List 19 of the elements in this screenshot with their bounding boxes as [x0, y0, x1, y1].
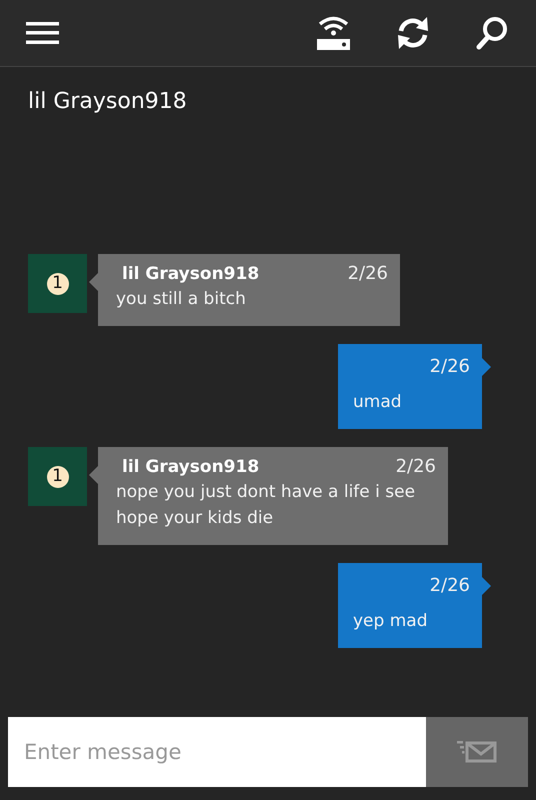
- sender-name: lil Grayson918: [121, 457, 260, 477]
- search-icon[interactable]: [476, 16, 508, 50]
- router-icon[interactable]: [317, 15, 350, 51]
- message-date: 2/26: [396, 456, 436, 477]
- message-text: umad: [353, 391, 403, 414]
- message-text: yep mad: [353, 610, 428, 633]
- message-date: 2/26: [348, 263, 388, 284]
- message-date: 2/26: [430, 356, 470, 377]
- message-date: 2/26: [430, 575, 470, 596]
- sender-name: lil Grayson918: [121, 264, 260, 284]
- message-text: nope you just dont have a life i see hope your kids die: [116, 481, 416, 530]
- conversation-title: lil Grayson918: [28, 89, 187, 114]
- refresh-icon[interactable]: [396, 16, 430, 50]
- message-input[interactable]: Enter message: [8, 717, 426, 787]
- menu-icon[interactable]: [26, 22, 59, 44]
- message-text: you still a bitch: [116, 288, 247, 311]
- send-mail-icon: [457, 741, 497, 763]
- avatar-badge: 1: [46, 272, 68, 294]
- avatar-badge: 1: [46, 466, 68, 488]
